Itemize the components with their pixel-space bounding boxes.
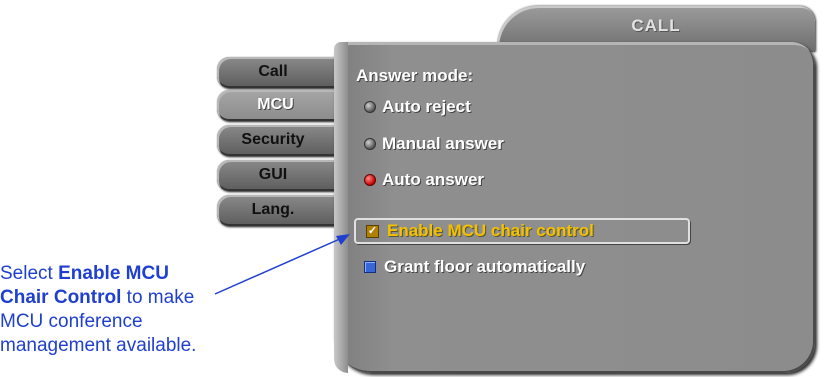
annotation-arrow: [214, 234, 350, 295]
